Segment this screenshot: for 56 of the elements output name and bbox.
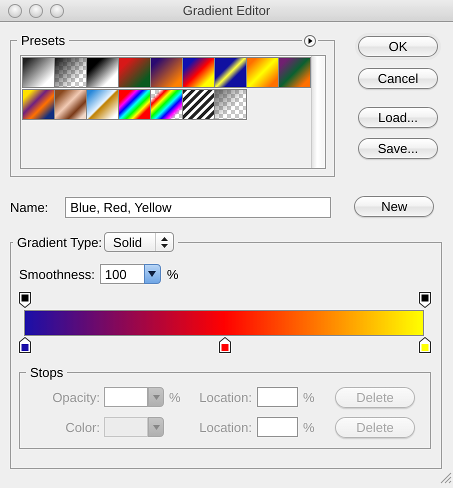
gradient-bar[interactable] — [24, 310, 424, 336]
gradient-swatch[interactable] — [150, 57, 183, 88]
percent-label: % — [166, 266, 178, 282]
smoothness-label: Smoothness: — [19, 266, 95, 282]
gradient-swatch[interactable] — [182, 89, 215, 120]
gradient-swatch[interactable] — [278, 57, 311, 88]
dropdown-button[interactable] — [144, 264, 161, 284]
percent-label: % — [303, 420, 315, 434]
opacity-field[interactable] — [104, 387, 148, 407]
gradient-type-label: Gradient Type: — [17, 234, 102, 250]
gradient-swatch[interactable] — [182, 57, 215, 88]
percent-label: % — [169, 390, 181, 404]
gradient-swatch[interactable] — [22, 89, 55, 120]
smoothness-field[interactable]: 100 — [100, 264, 144, 284]
opacity-stop[interactable] — [419, 292, 431, 308]
percent-label: % — [303, 390, 315, 404]
color-stop[interactable] — [419, 337, 431, 353]
name-label: Name: — [10, 200, 48, 215]
location-field[interactable] — [257, 417, 298, 437]
gradient-swatch[interactable] — [86, 57, 119, 88]
gradient-swatch[interactable] — [54, 57, 87, 88]
location-label: Location: — [198, 390, 252, 404]
gradient-swatch[interactable] — [214, 57, 247, 88]
resize-grip-icon[interactable] — [440, 472, 452, 484]
opacity-stop[interactable] — [19, 292, 31, 308]
gradient-swatch[interactable] — [22, 57, 55, 88]
up-down-arrows-icon — [161, 236, 168, 248]
color-stop[interactable] — [219, 337, 231, 353]
gradient-swatch[interactable] — [86, 89, 119, 120]
gradient-swatch[interactable] — [214, 89, 247, 120]
stop-opacity-label: Opacity: — [51, 390, 100, 404]
color-swatch[interactable] — [104, 417, 148, 437]
stop-color-label: Color: — [64, 420, 100, 434]
save-button[interactable]: Save... — [358, 138, 438, 159]
cancel-button[interactable]: Cancel — [358, 68, 438, 89]
down-arrow-icon — [148, 271, 156, 277]
scrollbar[interactable] — [311, 56, 325, 168]
new-button[interactable]: New — [354, 196, 434, 216]
gradient-swatch[interactable] — [118, 89, 151, 120]
panel-menu-icon[interactable] — [304, 35, 316, 47]
location-label: Location: — [198, 420, 252, 434]
down-arrow-icon — [152, 424, 160, 430]
name-field[interactable]: Blue, Red, Yellow — [65, 197, 332, 218]
stops-label: Stops — [29, 365, 64, 380]
gradient-swatch[interactable] — [246, 57, 279, 88]
gradient-swatch[interactable] — [150, 89, 183, 120]
window-title: Gradient Editor — [182, 3, 270, 18]
gradient-swatch[interactable] — [54, 89, 87, 120]
presets-label: Presets — [20, 33, 66, 48]
load-button[interactable]: Load... — [358, 107, 438, 128]
gradient-type-popup[interactable]: Solid — [104, 232, 174, 252]
color-stop[interactable] — [19, 337, 31, 353]
ok-button[interactable]: OK — [358, 36, 438, 57]
location-field[interactable] — [257, 387, 298, 407]
down-arrow-icon — [152, 394, 160, 400]
gradient-swatch[interactable] — [118, 57, 151, 88]
